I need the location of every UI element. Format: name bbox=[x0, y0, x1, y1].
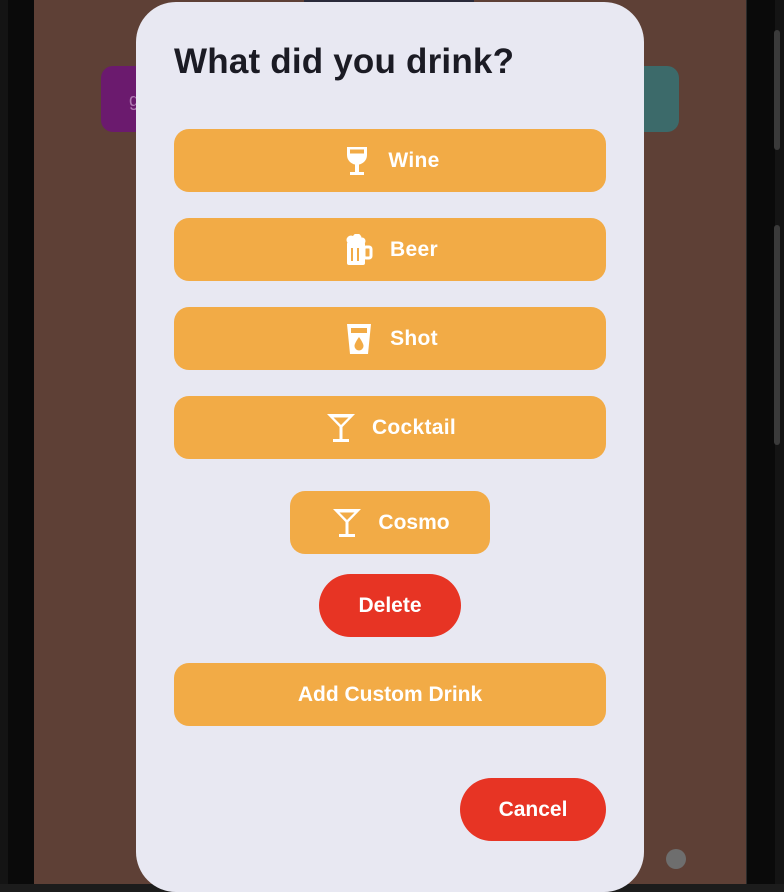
drink-picker-dialog: What did you drink? Wine Beer Shot Cockt… bbox=[136, 2, 644, 892]
shot-button[interactable]: Shot bbox=[174, 307, 606, 370]
cocktail-glass-icon bbox=[324, 411, 358, 445]
shot-button-label: Shot bbox=[390, 326, 438, 350]
power-button bbox=[774, 225, 780, 445]
cocktail-glass-icon bbox=[330, 506, 364, 540]
phone-bezel-right bbox=[746, 0, 775, 884]
wine-button-label: Wine bbox=[388, 148, 440, 172]
phone-bezel-left bbox=[8, 0, 35, 884]
wine-glass-icon bbox=[340, 144, 374, 178]
background-indicator-dot bbox=[666, 849, 686, 869]
phone-frame: g What did you drink? Wine Beer Shot Coc… bbox=[0, 0, 784, 892]
add-custom-drink-button[interactable]: Add Custom Drink bbox=[174, 663, 606, 726]
beer-button[interactable]: Beer bbox=[174, 218, 606, 281]
beer-button-label: Beer bbox=[390, 237, 438, 261]
cancel-button[interactable]: Cancel bbox=[460, 778, 606, 841]
dialog-title: What did you drink? bbox=[174, 42, 515, 81]
cosmo-button[interactable]: Cosmo bbox=[290, 491, 490, 554]
delete-button[interactable]: Delete bbox=[319, 574, 461, 637]
volume-button bbox=[774, 30, 780, 150]
cocktail-button-label: Cocktail bbox=[371, 415, 457, 439]
cocktail-button[interactable]: Cocktail bbox=[174, 396, 606, 459]
shot-glass-icon bbox=[342, 322, 376, 356]
beer-mug-icon bbox=[342, 233, 376, 267]
cosmo-button-label: Cosmo bbox=[378, 510, 450, 534]
wine-button[interactable]: Wine bbox=[174, 129, 606, 192]
